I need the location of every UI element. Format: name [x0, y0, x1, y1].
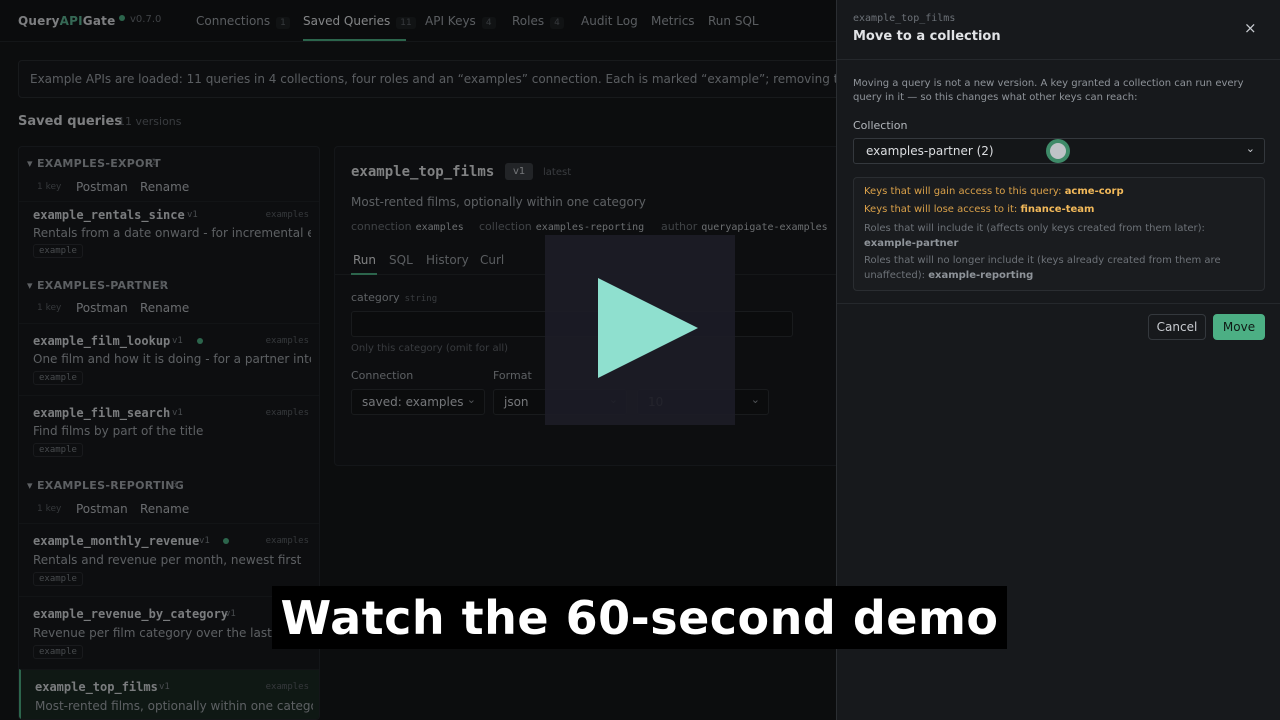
drawer-header: example_top_films Move to a collection ×: [837, 0, 1280, 60]
video-caption: Watch the 60-second demo: [272, 586, 1007, 649]
gain-access-line: Keys that will gain access to this query…: [864, 186, 1124, 197]
lose-access-line: Keys that will lose access to it: financ…: [864, 204, 1095, 215]
mouse-cursor: [1046, 139, 1070, 163]
close-icon[interactable]: ×: [1244, 19, 1257, 37]
drawer-note: Moving a query is not a new version. A k…: [853, 78, 1244, 103]
play-icon: [598, 278, 698, 378]
chevron-down-icon: ⌄: [1245, 142, 1255, 155]
drawer-subtitle: example_top_films: [853, 13, 956, 24]
divider: [837, 303, 1280, 304]
collection-label: Collection: [853, 119, 908, 132]
roles-exclude-line: Roles that will no longer include it (ke…: [864, 255, 1221, 281]
roles-include-line: Roles that will include it (affects only…: [864, 223, 1205, 249]
move-button[interactable]: Move: [1213, 314, 1265, 340]
cancel-button[interactable]: Cancel: [1148, 314, 1206, 340]
play-button[interactable]: [545, 235, 735, 425]
access-impact-box: Keys that will gain access to this query…: [853, 177, 1265, 291]
drawer-title: Move to a collection: [853, 29, 1001, 44]
